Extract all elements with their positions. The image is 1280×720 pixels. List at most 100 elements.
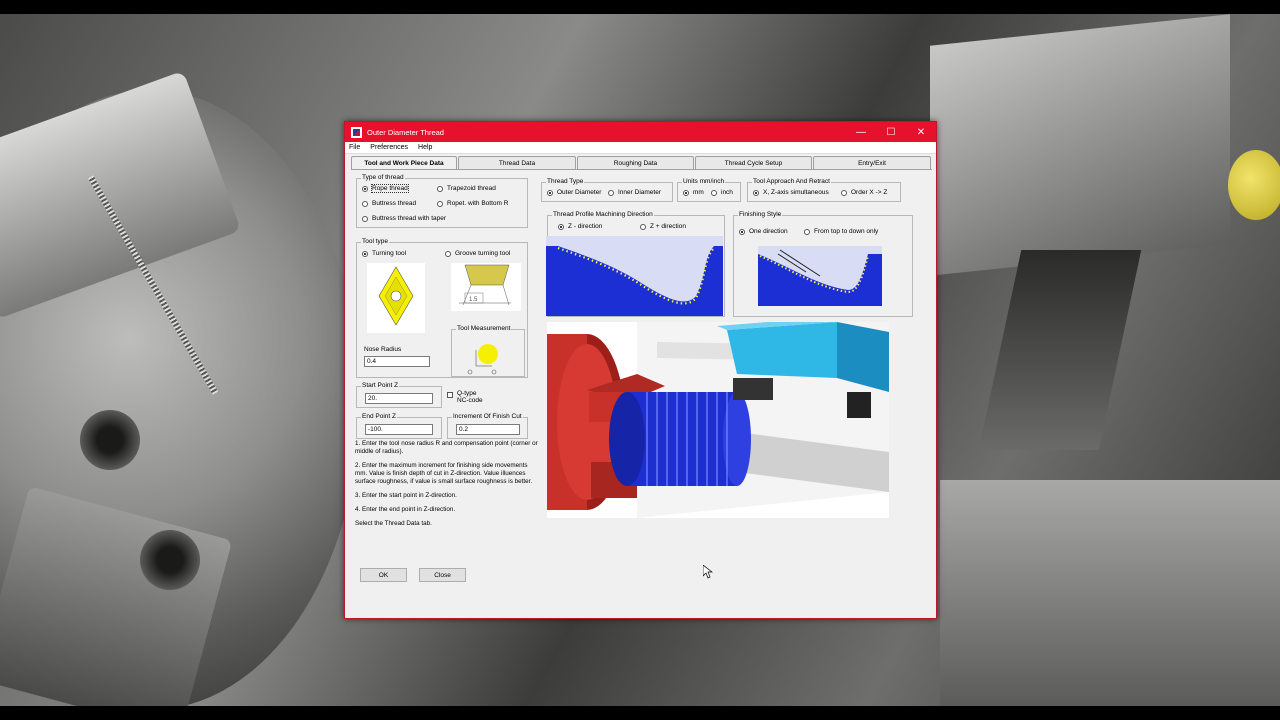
help-step-1: 1. Enter the tool nose radius R and comp… (355, 440, 538, 455)
radio-turning-tool[interactable]: Turning tool (362, 250, 406, 257)
tab-panel: Type of thread Rope thread Trapezoid thr… (351, 169, 932, 614)
menu-bar: File Preferences Help (345, 142, 936, 154)
type-of-thread-group: Type of thread Rope thread Trapezoid thr… (356, 174, 528, 228)
menu-help[interactable]: Help (418, 144, 432, 151)
yellow-knob (1228, 150, 1280, 220)
radio-xz-simultaneous[interactable]: X, Z-axis simultaneous (753, 189, 829, 196)
close-window-button[interactable]: ✕ (906, 122, 936, 142)
finishing-style-diagram (758, 246, 882, 306)
nose-radius-input[interactable]: 0.4 (364, 356, 430, 367)
group-label: Tool Approach And Retract (752, 178, 831, 185)
radio-dot (445, 250, 451, 257)
start-point-input[interactable]: 20. (365, 393, 433, 404)
radio-order-x-z[interactable]: Order X -> Z (841, 189, 887, 196)
profile-direction-group: Thread Profile Machining Direction Z - d… (546, 211, 725, 317)
tab-thread-cycle-setup[interactable]: Thread Cycle Setup (695, 156, 812, 169)
radio-dot (558, 223, 564, 230)
help-step-3: 3. Enter the start point in Z-direction. (355, 492, 457, 499)
group-label: Tool type (361, 238, 390, 245)
letterbox-bar (0, 706, 1280, 720)
tab-strip: Tool and Work Piece Data Thread Data Rou… (351, 156, 932, 170)
radio-one-direction[interactable]: One direction (739, 228, 788, 235)
radio-groove-turning-tool[interactable]: Groove turning tool (445, 250, 510, 257)
group-label: End Point Z (361, 413, 397, 420)
thread-type-group: Thread Type Outer Diameter Inner Diamete… (541, 178, 673, 202)
letterbox-bar (0, 0, 1280, 14)
nc-code-label: NC-code (457, 397, 483, 404)
group-label: Start Point Z (361, 382, 400, 389)
radio-mm[interactable]: mm (683, 189, 704, 196)
radio-trapezoid-thread[interactable]: Trapezoid thread (437, 185, 496, 192)
title-bar[interactable]: Outer Diameter Thread — ☐ ✕ (345, 122, 936, 142)
group-label: Units mm/inch (682, 178, 726, 185)
radio-dot (804, 228, 810, 235)
menu-file[interactable]: File (349, 144, 360, 151)
cutting-tool-holder (978, 250, 1142, 450)
radio-dot (437, 200, 443, 207)
help-text: 1. Enter the tool nose radius R and comp… (355, 440, 540, 534)
chuck-jaw (0, 70, 242, 320)
radio-dot (362, 200, 368, 207)
radio-buttress-taper[interactable]: Buttress thread with taper (362, 215, 446, 222)
app-icon (351, 126, 362, 138)
tool-type-group: Tool type Turning tool Groove turning to… (356, 238, 528, 378)
group-label: Thread Type (546, 178, 585, 185)
end-point-input[interactable]: -100. (365, 424, 433, 435)
nose-radius-label: Nose Radius (364, 346, 402, 353)
lathe-chuck (0, 70, 360, 720)
groove-tool-icon: 1.5 (451, 263, 521, 311)
end-point-group: End Point Z -100. (356, 413, 442, 439)
increment-finish-input[interactable]: 0.2 (456, 424, 520, 435)
window-title: Outer Diameter Thread (367, 127, 444, 137)
radio-z-minus[interactable]: Z - direction (558, 223, 602, 230)
help-step-2: 2. Enter the maximum increment for finis… (355, 462, 533, 485)
group-label: Tool Measurement (456, 325, 512, 332)
tab-tool-work-piece[interactable]: Tool and Work Piece Data (351, 156, 457, 170)
close-button[interactable]: Close (419, 568, 466, 582)
radio-inch[interactable]: inch (711, 189, 733, 196)
help-step-4: 4. Enter the end point in Z-direction. (355, 506, 456, 513)
radio-buttress-thread[interactable]: Buttress thread (362, 200, 416, 207)
radio-top-to-down[interactable]: From top to down only (804, 228, 878, 235)
radio-dot (437, 185, 443, 192)
tab-entry-exit[interactable]: Entry/Exit (813, 156, 931, 169)
outer-diameter-thread-dialog: Outer Diameter Thread — ☐ ✕ File Prefere… (344, 121, 937, 619)
tab-roughing-data[interactable]: Roughing Data (577, 156, 694, 169)
chuck-hole (140, 530, 200, 590)
group-label: Thread Profile Machining Direction (552, 211, 654, 218)
radio-dot (547, 189, 553, 196)
finishing-style-group: Finishing Style One direction From top t… (733, 211, 913, 317)
tool-approach-group: Tool Approach And Retract X, Z-axis simu… (747, 178, 901, 202)
group-label: Type of thread (361, 174, 405, 181)
maximize-button[interactable]: ☐ (876, 122, 906, 142)
group-label: Increment Of Finish Cut (452, 413, 523, 420)
radio-dot (683, 189, 689, 196)
radio-outer-diameter[interactable]: Outer Diameter (547, 189, 601, 196)
increment-finish-group: Increment Of Finish Cut 0.2 (447, 413, 528, 439)
qtype-nc-checkbox[interactable]: Q-type NC-code (447, 390, 483, 404)
chuck-jaw (0, 486, 233, 720)
radio-dot (711, 189, 717, 196)
radio-rope-thread[interactable]: Rope thread (362, 184, 409, 193)
radio-dot (739, 228, 745, 235)
machine-table (940, 480, 1280, 710)
minimize-button[interactable]: — (846, 122, 876, 142)
tool-measurement-icon (467, 344, 498, 375)
units-group: Units mm/inch mm inch (677, 178, 741, 202)
radio-z-plus[interactable]: Z + direction (640, 223, 686, 230)
radio-dot (608, 189, 614, 196)
radio-inner-diameter[interactable]: Inner Diameter (608, 189, 661, 196)
menu-preferences[interactable]: Preferences (370, 144, 408, 151)
ok-button[interactable]: OK (360, 568, 407, 582)
checkbox-box (447, 392, 453, 398)
radio-ropet-bottom-r[interactable]: Ropet. with Bottom R (437, 200, 508, 207)
tool-block (930, 14, 1230, 276)
radio-dot (362, 250, 368, 257)
tab-thread-data[interactable]: Thread Data (458, 156, 576, 169)
turning-insert-icon (367, 263, 425, 333)
help-next-step: Select the Thread Data tab. (355, 520, 432, 527)
mouse-cursor-icon (703, 565, 713, 579)
chuck-hole (80, 410, 140, 470)
tool-measurement-group: Tool Measurement (451, 325, 525, 377)
radio-dot (841, 189, 847, 196)
